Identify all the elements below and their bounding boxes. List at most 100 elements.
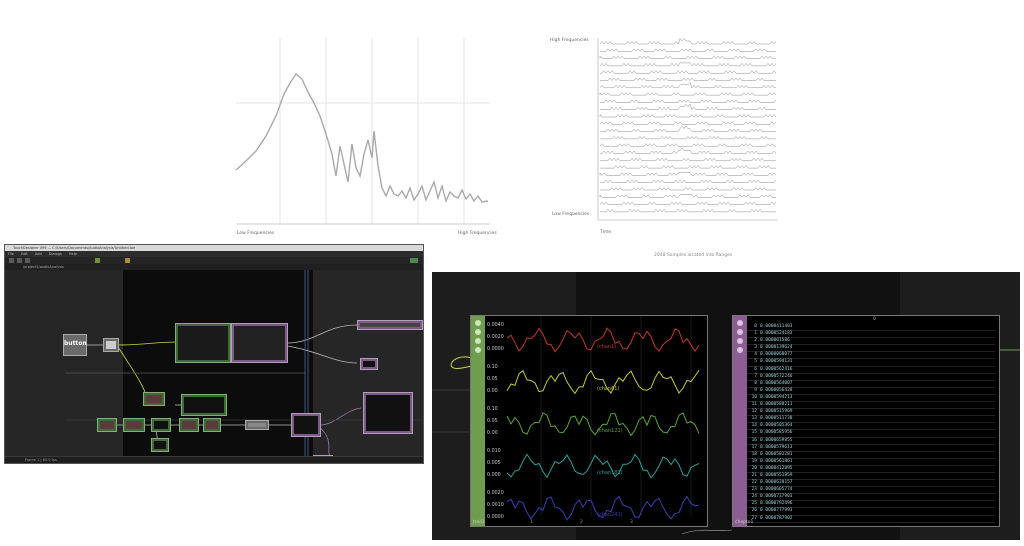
row-index: 4 [754,352,757,358]
trail-node[interactable] [181,394,227,416]
table-row[interactable]: 8 0.0000564007 [747,381,995,388]
bin-row-line [600,135,776,140]
table-row[interactable]: 5 0.0000594131 [747,359,995,367]
chop-node-d[interactable] [179,418,199,432]
chop-node-a[interactable] [97,418,117,432]
row-value: 0.0000792496 [760,501,793,507]
tool-button[interactable] [125,258,130,263]
table-row[interactable]: 26 0.0000777993 [747,508,995,516]
row-index: 24 [751,494,757,500]
tool-button[interactable] [410,258,418,263]
panel-button[interactable] [475,338,481,344]
math-node[interactable] [231,323,288,363]
menu-edit[interactable]: Edit [21,252,28,256]
row-value: 0.0000579613 [760,444,793,450]
row-index: 17 [751,444,757,450]
select-node[interactable] [360,358,378,370]
table-header: 0 [873,317,876,322]
row-index: 14 [751,423,757,429]
row-value: 0.0000737903 [760,494,793,500]
time-tick-label: 1 [530,519,533,525]
tool-button[interactable] [95,258,100,263]
table-panel-name: chopto1 [735,520,754,525]
row-value: 0.0000620157 [760,480,793,486]
time-tick-label: 3 [630,519,633,525]
table-row[interactable]: 7 0.0000572246 [747,374,995,381]
table-row[interactable]: 16 0.0000659855 [747,438,995,445]
audio-node[interactable] [103,338,119,352]
panel-button[interactable] [737,338,743,344]
panel-name: trail1 [473,520,485,525]
chop-node-c[interactable] [151,418,171,432]
row-value: 0.0000585956 [760,430,793,436]
top-node-c[interactable] [363,392,413,434]
tool-button[interactable] [25,258,30,263]
row-value: 0.0000060077 [760,352,793,358]
row-value: 0.0000594213 [760,394,793,400]
network-canvas[interactable]: button [5,270,423,463]
table-row[interactable]: 21 0.0000551859 [747,472,995,481]
menu-add[interactable]: Add [35,252,42,256]
row-index: 21 [751,472,757,478]
channel-name-label: (chan121) [597,428,623,434]
tool-button[interactable] [17,258,22,263]
chopto-table-panel[interactable]: 0 0 0.0000411403 1 0.0000524183 2 0.000001586… [732,315,1000,527]
tool-button[interactable] [9,258,14,263]
menu-help[interactable]: Help [69,252,77,256]
top-node-b[interactable] [291,413,321,437]
row-index: 13 [751,416,757,422]
chop-node-b[interactable] [123,418,145,432]
table-row[interactable]: 18 0.0000502281 [747,452,995,459]
bin-row-line [599,62,777,67]
table-row[interactable]: 27 0.0000787902 [747,516,995,523]
panel-button[interactable] [737,329,743,335]
row-value: 0.0000139624 [760,345,793,351]
bin-row-line [599,201,777,206]
button-node[interactable]: button [63,334,87,356]
menu-dialogs[interactable]: Dialogs [49,252,62,256]
menu-file[interactable]: File [8,252,14,256]
panel-button[interactable] [737,320,743,326]
table-row[interactable]: 19 0.0000561861 [747,459,995,466]
row-index: 19 [751,458,757,464]
row-index: 5 [754,359,757,365]
panel-button[interactable] [737,347,743,353]
channel-scale-label: 0.10 [487,364,498,370]
row-index: 23 [751,487,757,493]
panel-button[interactable] [475,347,481,353]
audio-spectrum-node[interactable] [175,323,231,363]
bins-chart [597,37,778,221]
row-index: 18 [751,451,757,457]
bin-row-line [599,81,776,89]
chop-node-f[interactable] [151,438,169,452]
panel-button[interactable] [475,320,481,326]
bin-row-line [599,113,777,118]
bin-row-line [600,77,776,81]
table-row[interactable]: 9 0.0000056428 [747,388,995,395]
analyze-node[interactable] [143,392,165,406]
table-row[interactable]: 6 0.0000562416 [747,367,995,374]
table-row[interactable]: 10 0.0000594213 [747,394,995,403]
chopto-node[interactable] [357,320,423,330]
table-row[interactable]: 17 0.0000579613 [747,445,995,452]
bin-row-line [599,172,777,176]
bin-row-line [599,37,777,45]
bin-row-line [600,147,777,154]
chop-node-e[interactable] [203,418,221,432]
bins-axes [597,38,778,221]
row-value: 0.000001586 [760,338,790,344]
channel-name-label: (chan241) [597,512,623,518]
channel-scale-label: 0.0000 [487,514,504,520]
top-node-a[interactable] [245,420,269,430]
status-bar: Frame 1 | 60.0 fps [5,456,423,463]
table-row[interactable]: 15 0.0000585956 [747,430,995,438]
row-index: 2 [754,338,757,344]
channel-scale-label: 0.0000 [487,346,504,352]
trail-chop-panel[interactable]: 1 2 3 0.0040 0.0020 0.0000 (chan1) 0.10 0.05 0.00… [470,315,708,527]
row-value: 0.0000411403 [760,324,793,329]
bin-row-line [600,208,776,213]
panel-button[interactable] [475,329,481,335]
table-row[interactable]: 20 0.0000412895 [747,466,995,473]
row-index: 25 [751,501,757,507]
row-value: 0.0000605774 [760,487,793,493]
